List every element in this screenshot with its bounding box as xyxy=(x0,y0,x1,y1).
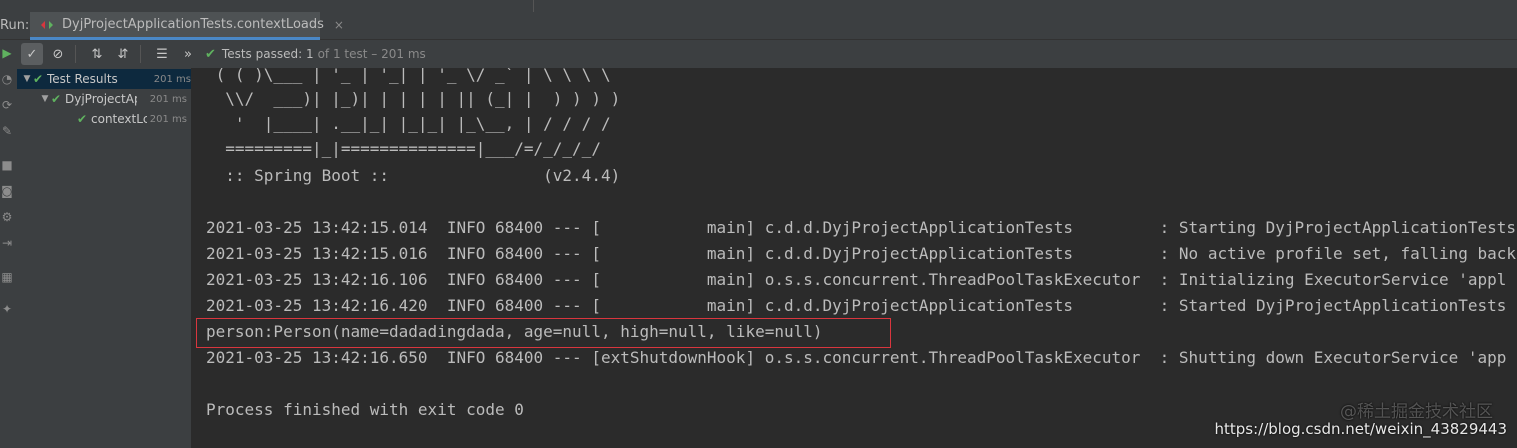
sort-by-duration-button[interactable]: ⇵ xyxy=(112,43,134,65)
wrench-icon[interactable]: ✎ xyxy=(0,124,14,138)
settings-icon[interactable]: ⚙ xyxy=(0,210,14,224)
rerun-failed-icon[interactable]: ◔ xyxy=(0,72,14,86)
stop-icon[interactable]: ■ xyxy=(0,158,14,172)
camera-icon[interactable]: ◙ xyxy=(0,184,14,198)
console-line: 2021-03-25 13:42:15.016 INFO 68400 --- [… xyxy=(206,244,1517,263)
status-detail: of 1 test – 201 ms xyxy=(317,47,426,61)
check-icon: ✔ xyxy=(205,46,216,62)
run-label: Run: xyxy=(0,18,30,33)
highlight-box xyxy=(196,318,891,348)
show-passed-button[interactable]: ✓ xyxy=(21,43,43,65)
console-line: \\/ ___)| |_)| | | | | || (_| | ) ) ) ) xyxy=(206,89,621,108)
tree-item-label: contextLc xyxy=(91,112,147,126)
tree-item-test-results[interactable]: ▼ ✔ Test Results 201 ms xyxy=(17,69,195,89)
close-icon[interactable]: × xyxy=(334,18,344,32)
chevron-down-icon[interactable]: ▼ xyxy=(39,94,51,104)
pin-icon[interactable]: ✦ xyxy=(0,302,14,316)
console-line: =========|_|==============|___/=/_/_/_/ xyxy=(206,139,601,158)
watermark-url: https://blog.csdn.net/weixin_43829443 xyxy=(1214,420,1507,438)
toggle-auto-test-icon[interactable]: ⟳ xyxy=(0,98,14,112)
check-icon: ✔ xyxy=(51,92,62,106)
test-config-icon xyxy=(40,19,54,31)
status-prefix: Tests passed: xyxy=(221,47,303,61)
check-icon: ✔ xyxy=(33,72,44,86)
console-line: 2021-03-25 13:42:16.420 INFO 68400 --- [… xyxy=(206,296,1507,315)
tree-item-time: 201 ms xyxy=(149,113,187,125)
watermark: @稀土掘金技术社区 https://blog.csdn.net/weixin_4… xyxy=(1214,402,1507,438)
tree-item-label: Test Results xyxy=(47,72,118,86)
divider xyxy=(533,0,534,12)
tree-item-label: DyjProjectAp xyxy=(65,92,137,106)
check-icon: ✔ xyxy=(77,112,88,126)
run-tab-bar: Run: DyjProjectApplicationTests.contextL… xyxy=(0,0,1517,40)
console-line: :: Spring Boot :: (v2.4.4) xyxy=(206,166,621,185)
tree-item-test-method[interactable]: ✔ contextLc 201 ms xyxy=(17,109,191,129)
rerun-icon[interactable]: ▶ xyxy=(0,46,14,60)
toolbar-separator xyxy=(140,45,141,63)
tab-run-configuration[interactable]: DyjProjectApplicationTests.contextLoads … xyxy=(30,12,344,40)
more-icon[interactable]: » xyxy=(177,43,199,65)
test-toolbar: ✓ ⊘ ⇅ ⇵ ☰ » ✔ Tests passed: 1 of 1 test … xyxy=(17,40,1517,68)
console-line: 2021-03-25 13:42:15.014 INFO 68400 --- [… xyxy=(206,218,1517,237)
chevron-down-icon[interactable]: ▼ xyxy=(21,74,33,84)
watermark-cn: @稀土掘金技术社区 xyxy=(1340,402,1493,422)
left-tool-strip: ▶ ◔ ⟳ ✎ ■ ◙ ⚙ ⇥ ▦ ✦ xyxy=(0,40,18,448)
expand-all-button[interactable]: ☰ xyxy=(151,43,173,65)
console-line: Process finished with exit code 0 xyxy=(206,400,524,419)
test-results-tree: ▼ ✔ Test Results 201 ms ▼ ✔ DyjProjectAp… xyxy=(17,68,195,448)
status-count: 1 xyxy=(305,47,314,61)
show-ignored-button[interactable]: ⊘ xyxy=(47,43,69,65)
console-line: 2021-03-25 13:42:16.106 INFO 68400 --- [… xyxy=(206,270,1507,289)
console-line: ( ( )\___ | '_ | '_| | '_ \/ _` | \ \ \ … xyxy=(206,68,611,84)
tree-item-test-class[interactable]: ▼ ✔ DyjProjectAp 201 ms xyxy=(17,89,191,109)
tree-item-time: 201 ms xyxy=(149,93,187,105)
layout-icon[interactable]: ▦ xyxy=(0,270,14,284)
export-icon[interactable]: ⇥ xyxy=(0,236,14,250)
test-status: ✔ Tests passed: 1 of 1 test – 201 ms xyxy=(205,47,426,62)
sort-alphabetically-button[interactable]: ⇅ xyxy=(86,43,108,65)
console-line: 2021-03-25 13:42:16.650 INFO 68400 --- [… xyxy=(206,348,1507,367)
console-line: ' |____| .__|_| |_|_| |_\__, | / / / / xyxy=(206,114,611,133)
tree-item-time: 201 ms xyxy=(153,73,191,85)
console-output[interactable]: ( ( )\___ | '_ | '_| | '_ \/ _` | \ \ \ … xyxy=(191,68,1517,448)
tab-title: DyjProjectApplicationTests.contextLoads xyxy=(62,17,324,32)
toolbar-separator xyxy=(75,45,76,63)
